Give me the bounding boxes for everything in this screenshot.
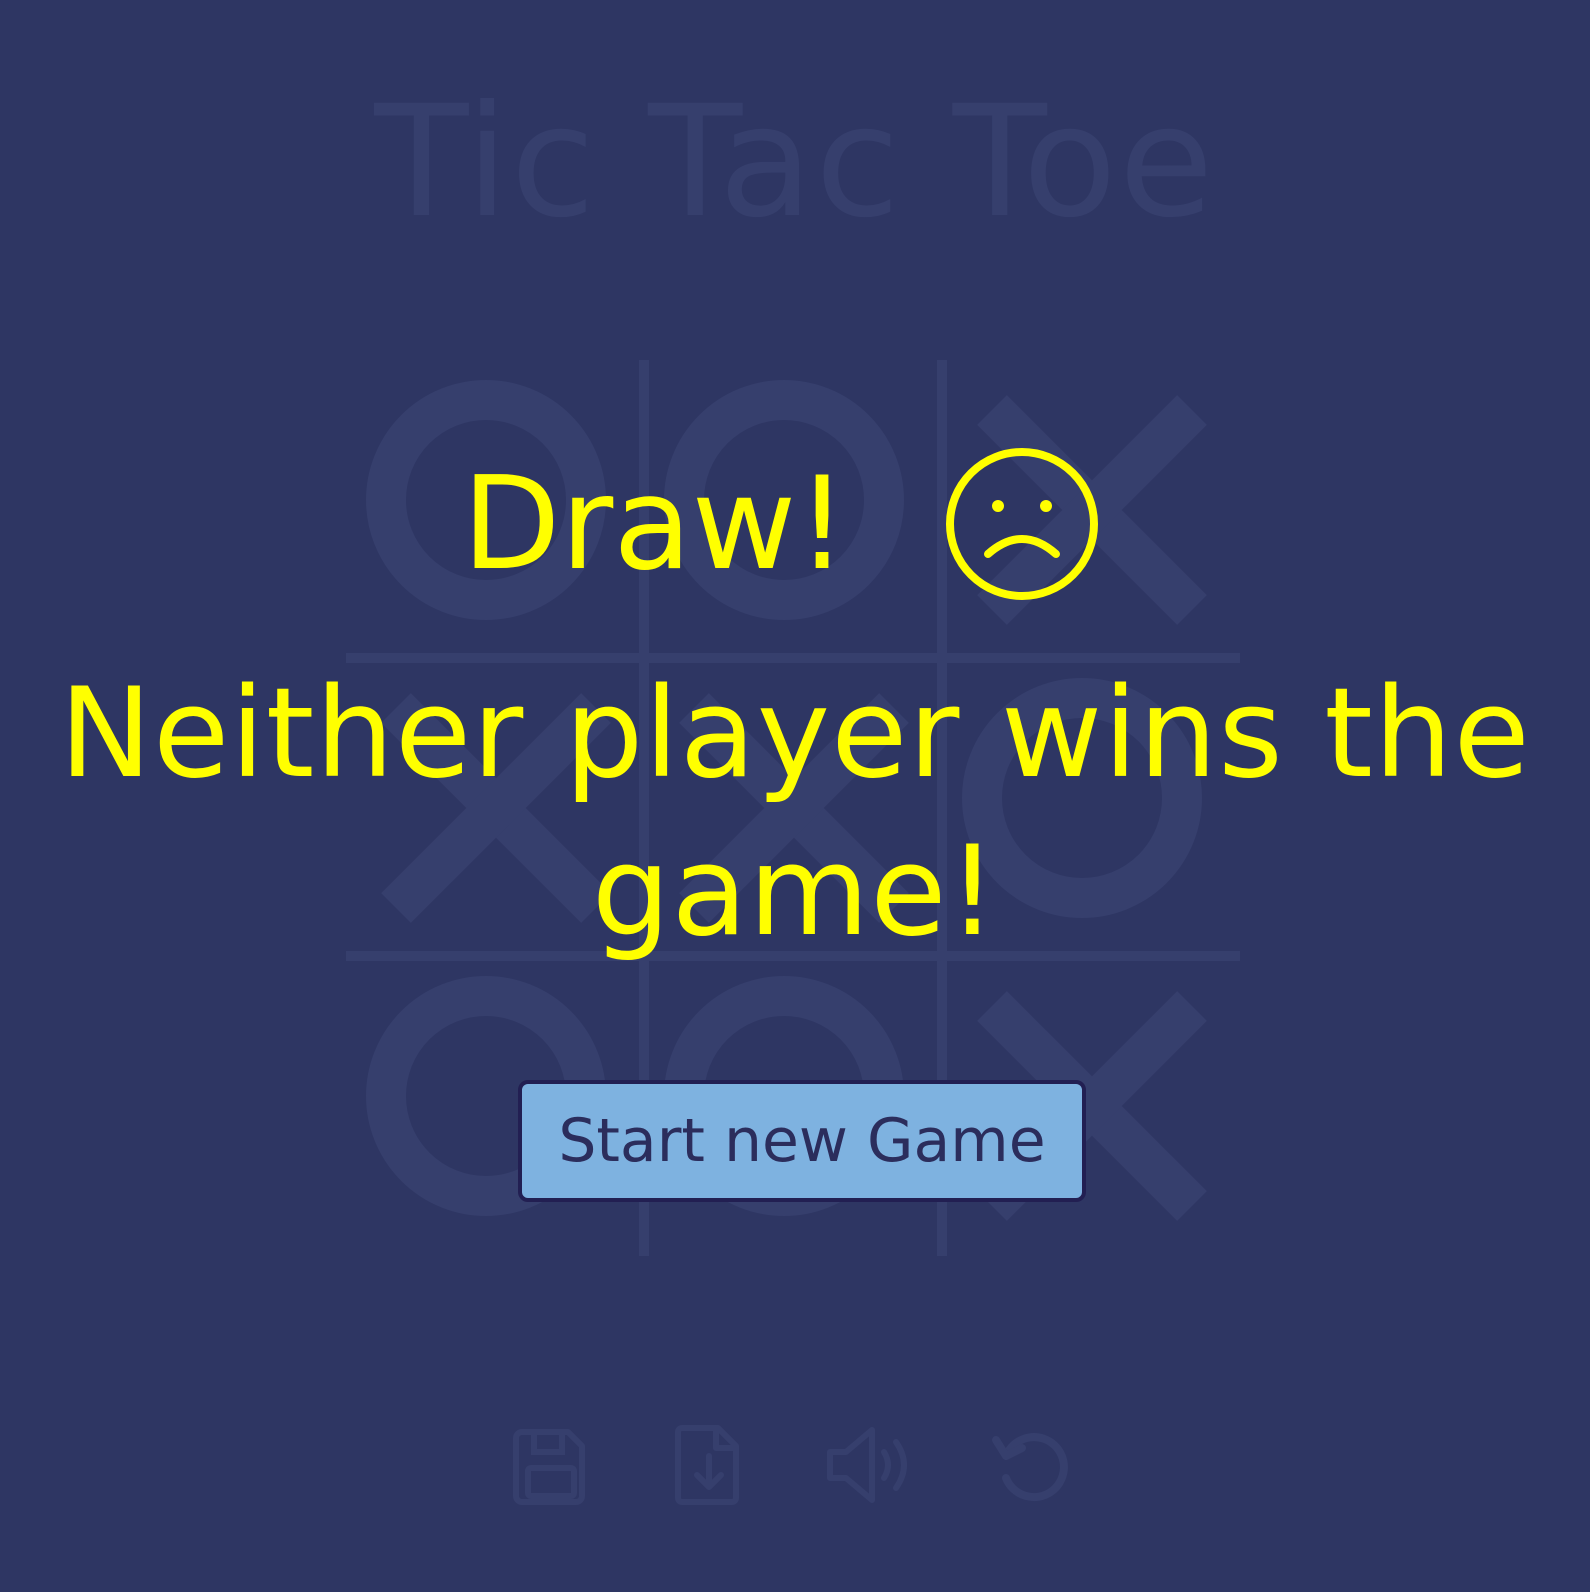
sad-face-icon	[944, 446, 1100, 602]
game-screen: Tic Tac Toe Draw! Neither player wins th…	[0, 0, 1590, 1592]
result-overlay: Draw! Neither player wins the game! Star…	[0, 0, 1590, 1592]
result-message: Neither player wins the game!	[59, 662, 1531, 964]
result-row: Draw!	[0, 440, 1590, 610]
start-new-game-button[interactable]: Start new Game	[518, 1080, 1086, 1202]
result-title: Draw!	[462, 450, 848, 599]
